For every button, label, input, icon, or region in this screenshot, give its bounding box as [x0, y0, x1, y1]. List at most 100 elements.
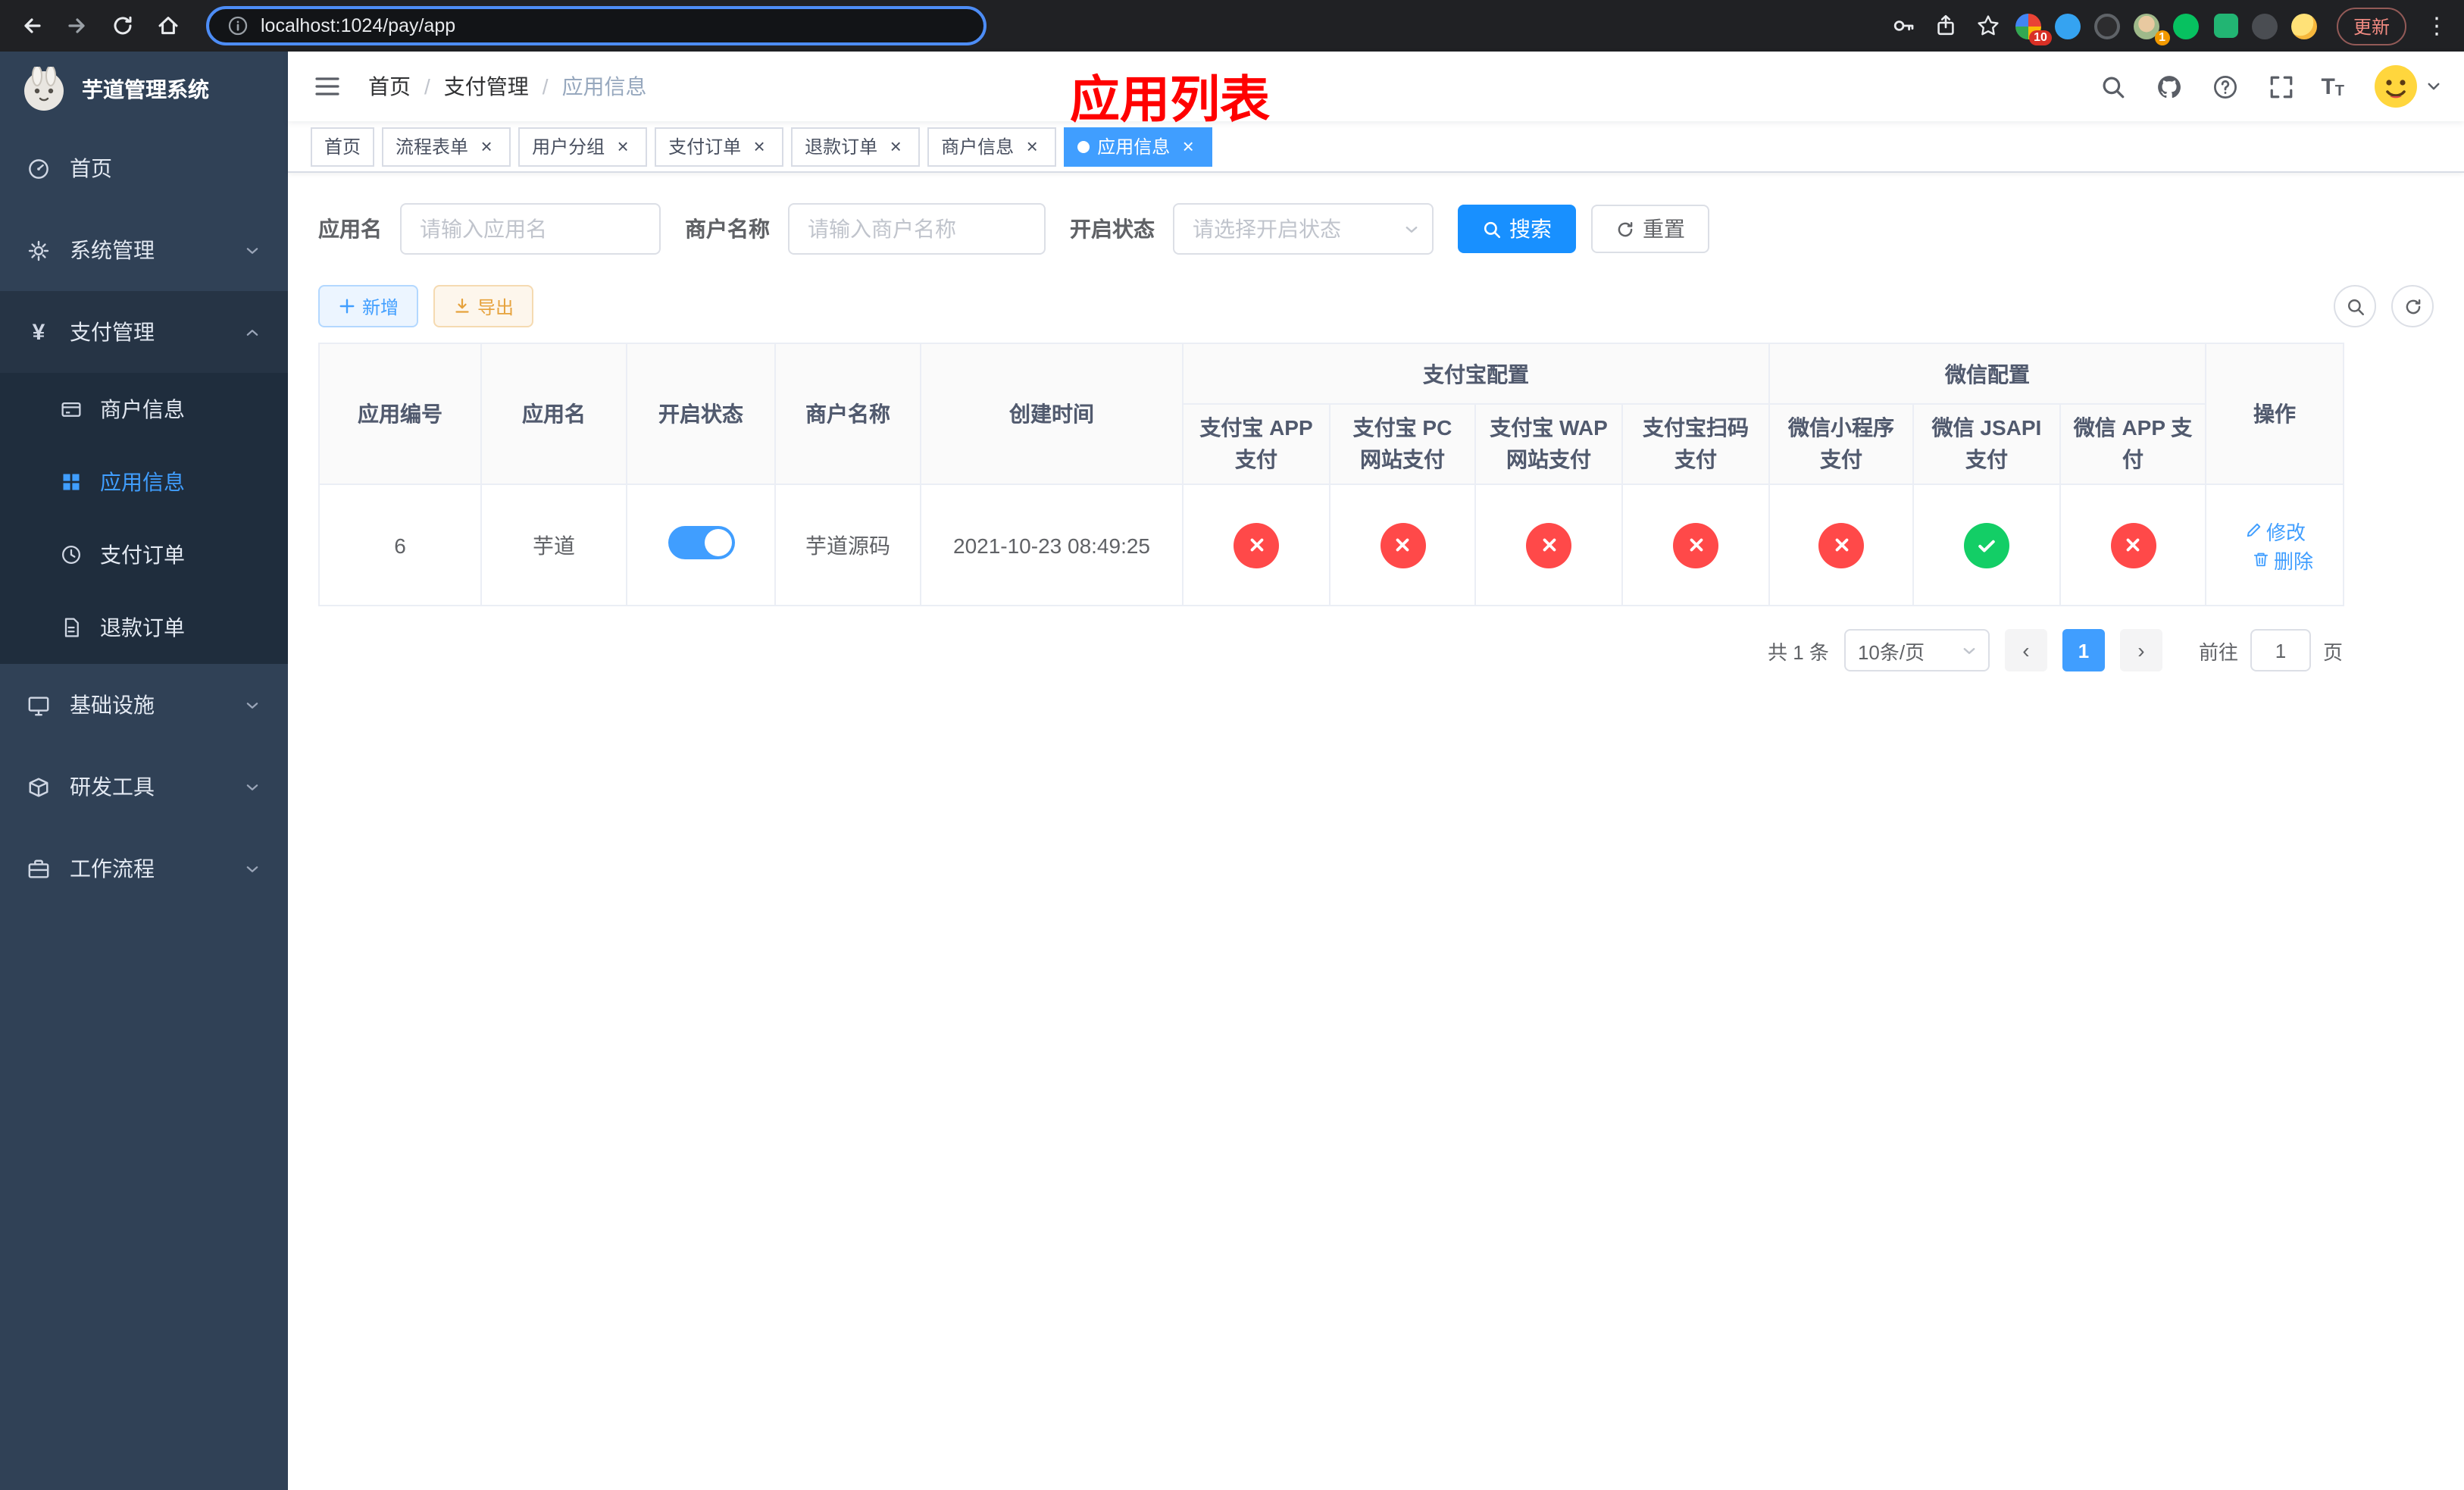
- tab-label: 支付订单: [668, 136, 742, 158]
- add-button[interactable]: 新增: [318, 285, 419, 327]
- toggle-search-button[interactable]: [2334, 285, 2376, 327]
- col-alipay-pc: 支付宝 PC 网站支付: [1329, 403, 1476, 485]
- password-key-icon[interactable]: [1885, 8, 1921, 44]
- sidebar-item-payment[interactable]: ¥ 支付管理: [0, 291, 288, 373]
- help-icon[interactable]: [2209, 70, 2242, 103]
- github-icon[interactable]: [2153, 70, 2186, 103]
- active-tab-dot: [1077, 140, 1090, 152]
- status-select-input[interactable]: [1173, 203, 1434, 255]
- extension-glyph: [2213, 14, 2238, 38]
- home-button[interactable]: [149, 6, 188, 45]
- wechat-mini-status-icon: [1818, 522, 1864, 568]
- sidebar-item-label: 基础设施: [70, 693, 155, 717]
- cell-status: [626, 484, 776, 606]
- font-size-icon[interactable]: TT: [2321, 74, 2344, 99]
- forward-button[interactable]: [58, 6, 97, 45]
- chrome-update-button[interactable]: 更新: [2336, 7, 2406, 45]
- extension-icon-profile[interactable]: 1: [2131, 9, 2170, 45]
- page-title: 应用列表: [1070, 71, 1270, 127]
- refresh-table-button[interactable]: [2391, 285, 2434, 327]
- search-icon[interactable]: [2097, 70, 2130, 103]
- sidebar-toggle-icon[interactable]: [311, 70, 344, 103]
- goto-page-input[interactable]: [2250, 629, 2311, 671]
- address-bar[interactable]: localhost:1024/pay/app: [206, 6, 987, 45]
- status-toggle[interactable]: [668, 526, 734, 559]
- status-select[interactable]: [1173, 203, 1434, 255]
- tab-close-icon[interactable]: ×: [476, 136, 497, 157]
- fullscreen-icon[interactable]: [2265, 70, 2298, 103]
- dashboard-icon: [27, 157, 50, 180]
- table-tools: [2334, 285, 2434, 327]
- user-avatar: [2375, 65, 2417, 108]
- app-name-input[interactable]: [400, 203, 661, 255]
- extension-glyph: [2173, 13, 2200, 39]
- col-status: 开启状态: [626, 343, 776, 485]
- sidebar-item-home[interactable]: 首页: [0, 127, 288, 209]
- page-size-value[interactable]: 10条/页: [1843, 629, 1990, 671]
- tab-close-icon[interactable]: ×: [749, 136, 770, 157]
- extension-icon-apps[interactable]: 10: [2012, 9, 2052, 45]
- alipay-pc-status-icon: [1380, 522, 1425, 568]
- page-number-current[interactable]: 1: [2062, 629, 2105, 671]
- page-size-select[interactable]: 10条/页: [1843, 629, 1990, 671]
- main-area: 首页 / 支付管理 / 应用信息 应用列表 T T 首页 流程表单 × 用户分组…: [288, 52, 2464, 1490]
- user-menu[interactable]: [2373, 64, 2441, 109]
- back-button[interactable]: [12, 6, 52, 45]
- tab-user-group[interactable]: 用户分组 ×: [518, 127, 648, 166]
- merchant-name-input[interactable]: [788, 203, 1046, 255]
- tab-close-icon[interactable]: ×: [1021, 136, 1043, 157]
- prev-page-button[interactable]: ‹: [2004, 629, 2047, 671]
- sidebar-item-label: 工作流程: [70, 856, 155, 881]
- cell-alipay-app: [1182, 484, 1330, 606]
- tab-app-info-active[interactable]: 应用信息 ×: [1064, 127, 1213, 166]
- tab-close-icon[interactable]: ×: [885, 136, 906, 157]
- delete-link[interactable]: 删除: [2251, 545, 2313, 574]
- sidebar-item-infrastructure[interactable]: 基础设施: [0, 664, 288, 746]
- col-actions: 操作: [2205, 343, 2345, 485]
- tab-refund-order[interactable]: 退款订单 ×: [791, 127, 921, 166]
- sidebar-item-dev-tools[interactable]: 研发工具: [0, 746, 288, 828]
- alipay-qr-status-icon: [1673, 522, 1718, 568]
- extension-icon-green-square[interactable]: [2209, 9, 2243, 42]
- col-alipay-wap: 支付宝 WAP 网站支付: [1474, 403, 1623, 485]
- export-button[interactable]: 导出: [433, 285, 534, 327]
- reload-button[interactable]: [103, 6, 142, 45]
- url-text: localhost:1024/pay/app: [261, 15, 456, 36]
- extension-icon-wechat[interactable]: [2170, 9, 2203, 42]
- tab-pay-order[interactable]: 支付订单 ×: [655, 127, 784, 166]
- chevron-down-icon: [244, 778, 261, 795]
- site-info-icon[interactable]: [227, 15, 249, 36]
- bookmark-star-icon[interactable]: [1970, 8, 2006, 44]
- breadcrumb: 首页 / 支付管理 / 应用信息: [368, 71, 647, 102]
- tab-process-form[interactable]: 流程表单 ×: [382, 127, 511, 166]
- extension-icon-dark-circle[interactable]: [2091, 9, 2125, 42]
- sidebar-item-label: 研发工具: [70, 775, 155, 799]
- sidebar-item-workflow[interactable]: 工作流程: [0, 828, 288, 909]
- next-page-button[interactable]: ›: [2119, 629, 2162, 671]
- grid-icon: [61, 471, 82, 493]
- reset-button[interactable]: 重置: [1591, 205, 1709, 253]
- sidebar-logo-row[interactable]: 芋道管理系统: [0, 52, 288, 127]
- breadcrumb-item[interactable]: 首页: [368, 71, 411, 102]
- sidebar-item-refund-order[interactable]: 退款订单: [0, 591, 288, 664]
- tab-home[interactable]: 首页: [311, 127, 375, 166]
- share-icon[interactable]: [1928, 8, 1964, 44]
- tab-merchant-info[interactable]: 商户信息 ×: [927, 127, 1057, 166]
- goto-label: 前往: [2198, 640, 2238, 663]
- browser-menu-button[interactable]: ⋮: [2422, 12, 2452, 39]
- search-button[interactable]: 搜索: [1458, 205, 1576, 253]
- sidebar-item-merchant-info[interactable]: 商户信息: [0, 373, 288, 446]
- sidebar-item-app-info[interactable]: 应用信息: [0, 446, 288, 518]
- col-group-alipay: 支付宝配置: [1182, 343, 1770, 405]
- col-alipay-qr: 支付宝扫码支付: [1621, 403, 1770, 485]
- extension-icon-pin[interactable]: [2249, 9, 2282, 42]
- edit-link[interactable]: 修改: [2244, 516, 2306, 545]
- tab-close-icon[interactable]: ×: [612, 136, 633, 157]
- tab-close-icon[interactable]: ×: [1177, 136, 1199, 157]
- sidebar-item-pay-order[interactable]: 支付订单: [0, 518, 288, 591]
- extension-icon-emoji[interactable]: [2288, 9, 2322, 42]
- extension-icon-blue-drop[interactable]: [2052, 9, 2085, 42]
- wechat-app-status-icon: [2110, 522, 2156, 568]
- sidebar-item-system[interactable]: 系统管理: [0, 209, 288, 291]
- breadcrumb-item[interactable]: 支付管理: [444, 71, 529, 102]
